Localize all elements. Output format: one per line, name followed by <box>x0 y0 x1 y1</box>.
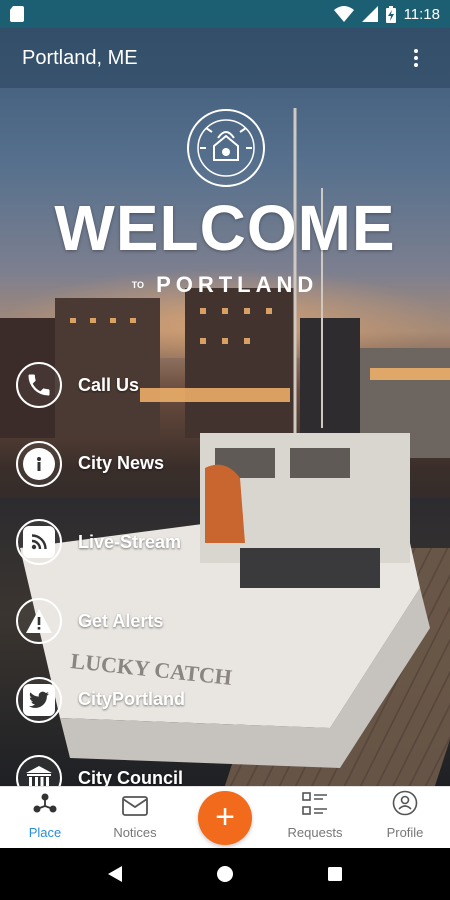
tab-requests[interactable]: Requests <box>270 787 360 848</box>
to-portland-subheading: TO PORTLAND <box>0 272 450 298</box>
welcome-heading: WELCOME <box>54 192 396 264</box>
place-icon <box>32 792 58 821</box>
tab-new-request[interactable]: + <box>180 787 270 848</box>
clock-time: 11:18 <box>403 5 440 23</box>
status-bar: 11:18 <box>0 0 450 28</box>
phone-icon <box>16 362 62 409</box>
get-alerts-label: Get Alerts <box>78 610 164 631</box>
recents-icon[interactable] <box>315 854 355 894</box>
app-bar: Portland, ME <box>0 28 450 88</box>
tab-notices-label: Notices <box>113 825 157 840</box>
plus-icon[interactable]: + <box>198 790 252 845</box>
tab-place-label: Place <box>28 825 62 840</box>
city-seal-logo <box>186 108 266 188</box>
rss-icon <box>16 519 62 566</box>
profile-icon <box>392 790 418 821</box>
live-stream-button[interactable]: Live-Stream <box>16 503 185 582</box>
get-alerts-button[interactable]: Get Alerts <box>16 582 185 661</box>
to-label: TO <box>131 280 145 290</box>
cityportland-label: CityPortland <box>78 689 186 710</box>
requests-icon <box>302 792 328 821</box>
home-icon[interactable] <box>205 854 245 894</box>
tab-requests-label: Requests <box>287 825 343 840</box>
call-us-label: Call Us <box>78 374 140 395</box>
bottom-navigation: Place Notices + Requests Profile <box>0 786 450 848</box>
sd-card-icon <box>10 6 24 22</box>
tab-profile[interactable]: Profile <box>360 787 450 848</box>
city-news-label: City News <box>78 453 165 474</box>
cityportland-twitter-button[interactable]: CityPortland <box>16 660 185 739</box>
tab-profile-label: Profile <box>386 825 424 840</box>
mail-icon <box>122 796 148 821</box>
quick-actions-list: Call Us City News Live-Stream Get Alerts… <box>16 346 185 818</box>
wifi-icon <box>333 6 354 22</box>
city-news-button[interactable]: City News <box>16 425 185 504</box>
battery-charging-icon <box>385 5 396 23</box>
twitter-icon <box>16 676 62 723</box>
more-vert-icon[interactable] <box>404 46 428 70</box>
live-stream-label: Live-Stream <box>78 531 182 552</box>
signal-icon <box>361 6 378 22</box>
info-icon <box>16 440 62 487</box>
alert-icon <box>16 598 62 645</box>
system-navigation-bar <box>0 848 450 900</box>
tab-notices[interactable]: Notices <box>90 787 180 848</box>
portland-label: PORTLAND <box>156 272 319 297</box>
back-icon[interactable] <box>95 854 135 894</box>
call-us-button[interactable]: Call Us <box>16 346 185 425</box>
page-title: Portland, ME <box>22 46 138 69</box>
tab-place[interactable]: Place <box>0 787 90 848</box>
